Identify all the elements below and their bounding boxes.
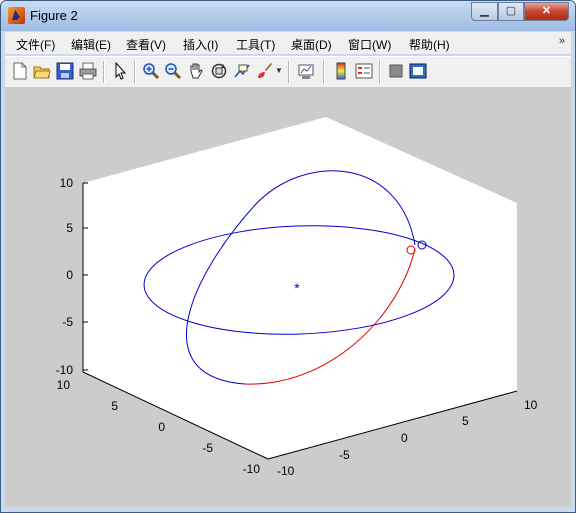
link-plot-icon[interactable]: [297, 62, 315, 80]
toolbar-separator: [103, 61, 105, 83]
toolbar-separator: [134, 61, 136, 83]
figure-toolbar: ▼: [5, 56, 571, 88]
window-title: Figure 2: [30, 8, 78, 23]
z-tick-label: -10: [56, 363, 74, 377]
zoom-out-icon[interactable]: [164, 62, 182, 80]
new-figure-icon[interactable]: [11, 62, 29, 80]
menu-file[interactable]: 文件(F): [16, 36, 55, 53]
y-tick-label: 0: [158, 420, 165, 434]
z-tick-label: -5: [62, 315, 73, 329]
menu-tools[interactable]: 工具(T): [236, 36, 275, 53]
save-icon[interactable]: [56, 62, 74, 80]
y-tick-label: 10: [57, 378, 71, 392]
minimize-button[interactable]: ▁: [471, 2, 498, 21]
open-folder-icon[interactable]: [33, 62, 51, 80]
legend-icon[interactable]: [355, 62, 373, 80]
menu-insert[interactable]: 插入(I): [183, 36, 218, 53]
print-icon[interactable]: [79, 62, 97, 80]
figure-canvas[interactable]: 10 5 0 -5 -10 10 5 0 -5 -10 -10 -5 0 5 1…: [5, 87, 571, 507]
pan-hand-icon[interactable]: [187, 62, 205, 80]
axes-plot-area: [83, 117, 517, 459]
title-bar[interactable]: Figure 2 ▁ ▢ ✕: [1, 1, 575, 31]
y-tick-label: -5: [202, 441, 213, 455]
z-tick-label: 5: [66, 221, 73, 235]
maximize-button[interactable]: ▢: [498, 2, 524, 21]
menu-desktop[interactable]: 桌面(D): [291, 36, 332, 53]
data-cursor-icon[interactable]: [233, 62, 251, 80]
toolbar-separator: [288, 61, 290, 83]
menu-help[interactable]: 帮助(H): [409, 36, 450, 53]
axes-3d[interactable]: 10 5 0 -5 -10 10 5 0 -5 -10 -10 -5 0 5 1…: [5, 87, 571, 507]
x-tick-label: 10: [524, 398, 538, 412]
brush-icon[interactable]: [255, 62, 273, 80]
show-plot-tools-icon[interactable]: [409, 62, 427, 80]
toolbar-separator: [323, 61, 325, 83]
rotate-3d-icon[interactable]: [210, 62, 228, 80]
brush-dropdown-icon[interactable]: ▼: [275, 66, 283, 75]
x-tick-label: 5: [462, 414, 469, 428]
colorbar-icon[interactable]: [332, 62, 350, 80]
x-tick-label: -10: [277, 464, 295, 478]
menu-edit[interactable]: 编辑(E): [71, 36, 111, 53]
hide-plot-tools-icon[interactable]: [387, 62, 405, 80]
y-tick-label: -10: [243, 462, 261, 476]
matlab-logo-icon: [8, 7, 25, 24]
menu-bar: 文件(F) 编辑(E) 查看(V) 插入(I) 工具(T) 桌面(D) 窗口(W…: [5, 32, 571, 54]
menu-overflow-icon[interactable]: »: [559, 35, 565, 47]
zoom-in-icon[interactable]: [142, 62, 160, 80]
z-tick-label: 0: [66, 268, 73, 282]
menu-view[interactable]: 查看(V): [126, 36, 166, 53]
close-button[interactable]: ✕: [524, 2, 569, 21]
x-tick-label: 0: [401, 431, 408, 445]
toolbar-separator: [379, 61, 381, 83]
pointer-icon[interactable]: [111, 62, 129, 80]
z-tick-label: 10: [60, 176, 74, 190]
menu-window[interactable]: 窗口(W): [348, 36, 391, 53]
x-tick-label: -5: [339, 448, 350, 462]
figure-window: Figure 2 ▁ ▢ ✕ 文件(F) 编辑(E) 查看(V) 插入(I) 工…: [0, 0, 576, 513]
y-tick-label: 5: [111, 399, 118, 413]
center-star-marker: *: [294, 280, 300, 296]
